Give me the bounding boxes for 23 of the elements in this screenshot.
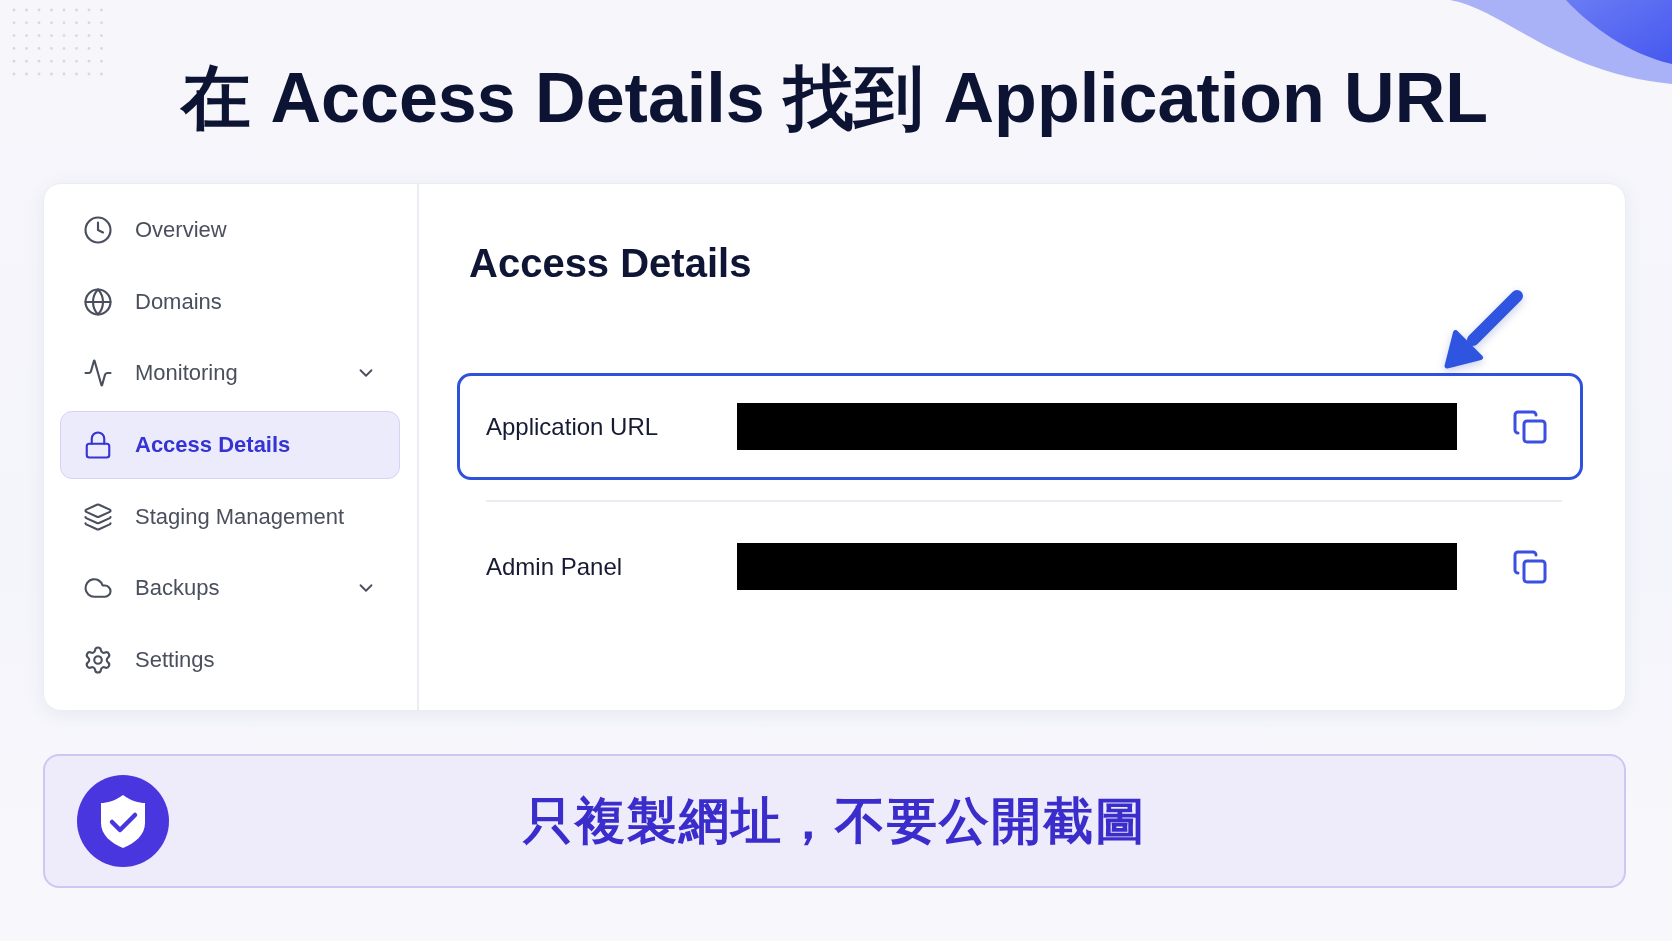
section-heading: Access Details bbox=[469, 240, 752, 287]
sidebar-item[interactable]: Settings bbox=[60, 626, 400, 695]
sidebar-item[interactable]: Overview bbox=[60, 196, 400, 264]
page-title: 在 Access Details 找到 Application URL bbox=[181, 58, 1488, 139]
sidebar-item[interactable]: Monitoring bbox=[60, 339, 400, 408]
lock-icon bbox=[83, 430, 113, 460]
copy-icon bbox=[1512, 548, 1548, 585]
layers-icon bbox=[83, 501, 113, 532]
sidebar-item[interactable]: Access Details bbox=[60, 411, 400, 479]
sidebar-item[interactable]: Staging Management bbox=[60, 482, 400, 551]
settings-icon bbox=[83, 645, 113, 676]
globe-icon bbox=[83, 286, 113, 317]
copy-button[interactable] bbox=[1512, 408, 1548, 445]
pulse-icon bbox=[83, 358, 113, 389]
notice-text: 只複製網址，不要公開截圖 bbox=[521, 792, 1148, 851]
clock-icon bbox=[83, 214, 113, 245]
field-label: Admin Panel bbox=[486, 552, 624, 581]
field-label: Application URL bbox=[486, 412, 660, 441]
shield-check-icon bbox=[77, 775, 169, 867]
sidebar-item[interactable]: Domains bbox=[60, 267, 400, 336]
sidebar-item[interactable]: Backups bbox=[60, 554, 400, 623]
copy-icon bbox=[1512, 408, 1548, 445]
copy-button[interactable] bbox=[1512, 548, 1548, 585]
